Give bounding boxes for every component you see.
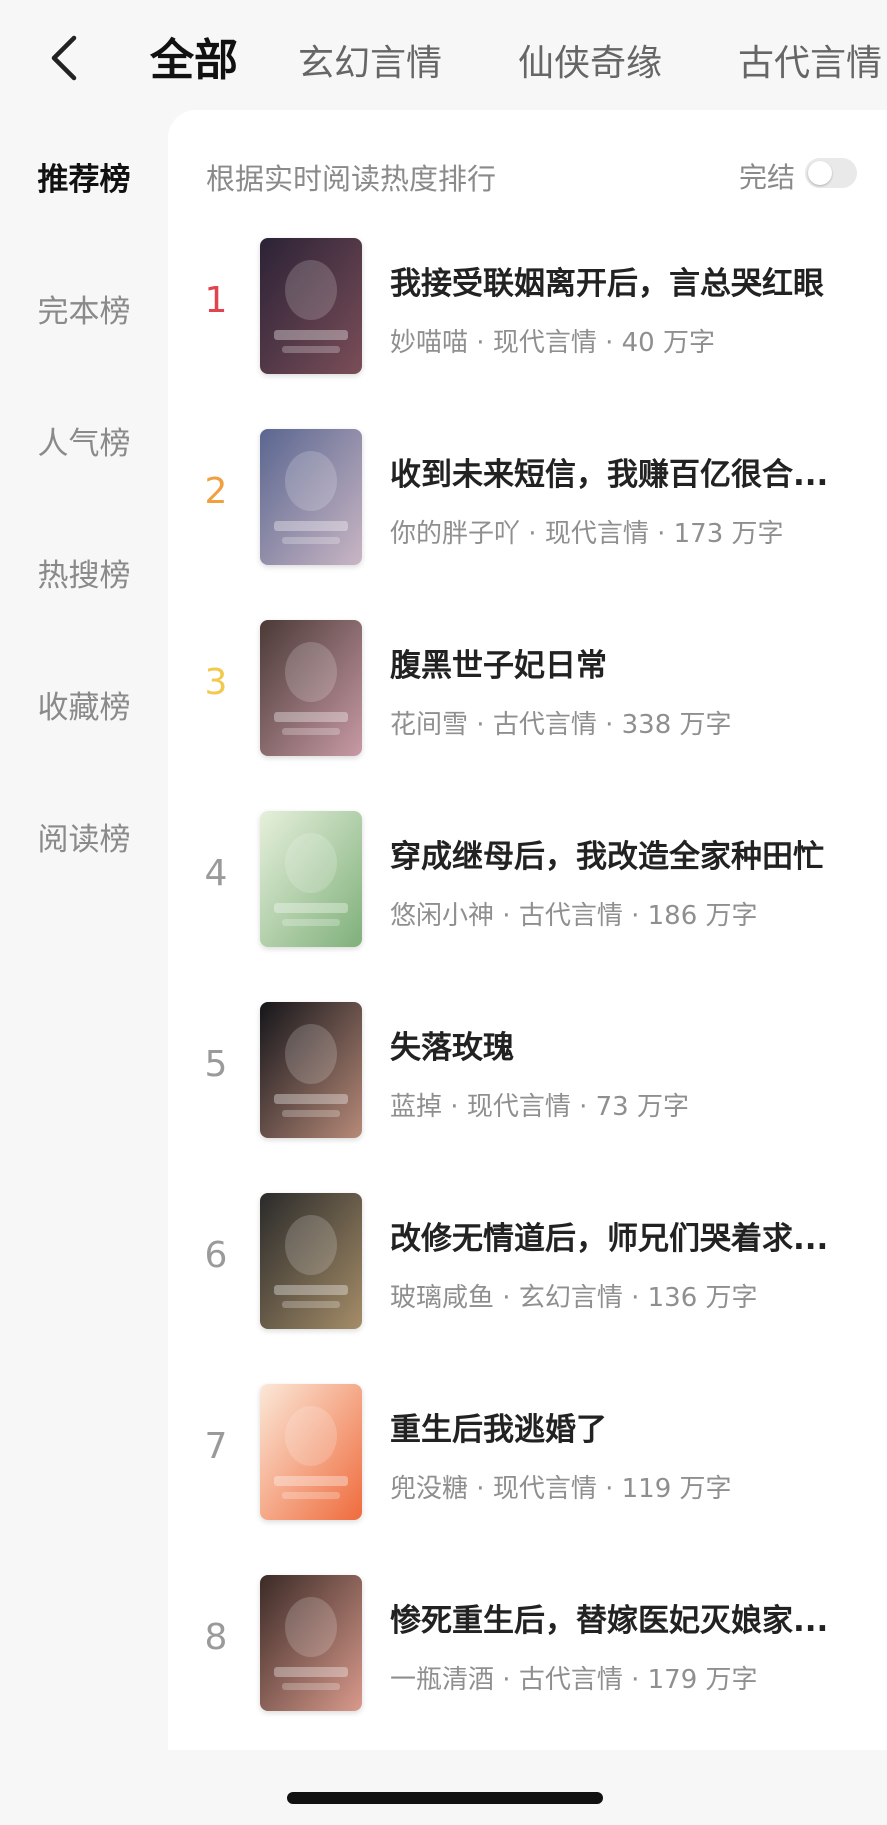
book-meta: 妙喵喵 · 现代言情 · 40 万字 [390,328,715,358]
finished-toggle[interactable] [805,158,857,188]
book-cover [260,811,362,947]
book-meta: 玻璃咸鱼 · 玄幻言情 · 136 万字 [390,1283,758,1313]
book-word-count: 73 万字 [595,1092,689,1122]
cover-art [260,429,362,565]
book-genre: 现代言情 [492,1474,597,1504]
book-genre: 现代言情 [492,328,597,358]
book-meta: 花间雪 · 古代言情 · 338 万字 [390,710,732,740]
book-genre: 现代言情 [466,1092,571,1122]
cover-art [260,811,362,947]
book-row[interactable]: 8 惨死重生后，替嫁医妃灭娘家... 一瓶清酒 · 古代言情 · 179 万字 [168,1573,887,1713]
ranking-description: 根据实时阅读热度排行 [206,162,497,196]
book-cover [260,1384,362,1520]
book-title: 失落玫瑰 [390,1030,514,1066]
book-word-count: 173 万字 [673,519,784,549]
cover-art [260,1002,362,1138]
book-author: 悠闲小神 [390,901,495,931]
tab-ancient-romance[interactable]: 古代言情 [738,34,882,86]
book-genre: 古代言情 [518,1665,623,1695]
tab-all[interactable]: 全部 [150,24,238,88]
book-title: 穿成继母后，我改造全家种田忙 [390,839,824,875]
book-cover [260,620,362,756]
toggle-knob [808,161,832,185]
cover-art [260,1575,362,1711]
rank-number: 6 [204,1235,228,1276]
book-cover [260,1002,362,1138]
book-row[interactable]: 6 改修无情道后，师兄们哭着求... 玻璃咸鱼 · 玄幻言情 · 136 万字 [168,1191,887,1331]
book-row[interactable]: 3 腹黑世子妃日常 花间雪 · 古代言情 · 338 万字 [168,618,887,758]
home-indicator [287,1792,603,1804]
book-meta: 你的胖子吖 · 现代言情 · 173 万字 [390,519,784,549]
book-cover [260,1193,362,1329]
rank-number: 3 [204,662,228,703]
book-row[interactable]: 4 穿成继母后，我改造全家种田忙 悠闲小神 · 古代言情 · 186 万字 [168,809,887,949]
book-word-count: 179 万字 [647,1665,758,1695]
rank-number: 8 [204,1617,228,1658]
book-word-count: 338 万字 [621,710,732,740]
book-row[interactable]: 1 我接受联姻离开后，言总哭红眼 妙喵喵 · 现代言情 · 40 万字 [168,236,887,376]
book-author: 玻璃咸鱼 [390,1283,495,1313]
book-word-count: 119 万字 [621,1474,732,1504]
book-row[interactable]: 7 重生后我逃婚了 兜没糖 · 现代言情 · 119 万字 [168,1382,887,1522]
book-title: 收到未来短信，我赚百亿很合... [390,457,829,493]
book-row[interactable]: 2 收到未来短信，我赚百亿很合... 你的胖子吖 · 现代言情 · 173 万字 [168,427,887,567]
top-bar: 全部 玄幻言情 仙侠奇缘 古代言情 [0,0,887,110]
cover-art [260,238,362,374]
book-genre: 玄幻言情 [518,1283,623,1313]
book-title: 惨死重生后，替嫁医妃灭娘家... [390,1603,829,1639]
book-meta: 蓝掉 · 现代言情 · 73 万字 [390,1092,689,1122]
finished-filter-label: 完结 [738,161,795,194]
book-genre: 古代言情 [518,901,623,931]
sidebar-item-popular[interactable]: 人气榜 [0,418,168,463]
book-word-count: 186 万字 [647,901,758,931]
rank-number: 2 [204,471,228,512]
chevron-left-icon [51,35,77,81]
book-cover [260,429,362,565]
rank-number: 1 [204,280,228,321]
book-author: 你的胖子吖 [390,519,521,549]
book-cover [260,238,362,374]
book-title: 重生后我逃婚了 [390,1412,607,1448]
book-row[interactable]: 5 失落玫瑰 蓝掉 · 现代言情 · 73 万字 [168,1000,887,1140]
rank-number: 4 [204,853,228,894]
book-word-count: 40 万字 [621,328,715,358]
cover-art [260,1384,362,1520]
book-title: 我接受联姻离开后，言总哭红眼 [390,266,824,302]
sidebar-item-hot-search[interactable]: 热搜榜 [0,550,168,595]
rank-number: 7 [204,1426,228,1467]
rank-number: 5 [204,1044,228,1085]
sidebar-item-reading[interactable]: 阅读榜 [0,814,168,859]
book-meta: 悠闲小神 · 古代言情 · 186 万字 [390,901,758,931]
book-word-count: 136 万字 [647,1283,758,1313]
book-author: 兜没糖 [390,1474,469,1504]
book-cover [260,1575,362,1711]
book-meta: 一瓶清酒 · 古代言情 · 179 万字 [390,1665,758,1695]
cover-art [260,620,362,756]
book-genre: 现代言情 [544,519,649,549]
ranking-panel: 根据实时阅读热度排行 完结 1 我接受联姻离开后，言总哭红眼 妙喵喵 · 现代言… [168,110,887,1750]
back-button[interactable] [44,30,88,86]
book-author: 妙喵喵 [390,328,469,358]
book-meta: 兜没糖 · 现代言情 · 119 万字 [390,1474,732,1504]
book-author: 花间雪 [390,710,469,740]
sidebar-item-recommended[interactable]: 推荐榜 [0,154,168,199]
tab-fantasy-romance[interactable]: 玄幻言情 [298,34,442,86]
book-author: 一瓶清酒 [390,1665,495,1695]
book-author: 蓝掉 [390,1092,443,1122]
cover-art [260,1193,362,1329]
book-genre: 古代言情 [492,710,597,740]
sidebar-item-favorites[interactable]: 收藏榜 [0,682,168,727]
book-title: 改修无情道后，师兄们哭着求... [390,1221,829,1257]
category-tabs: 全部 玄幻言情 仙侠奇缘 古代言情 [150,24,887,88]
tab-xianxia[interactable]: 仙侠奇缘 [518,34,662,86]
book-title: 腹黑世子妃日常 [390,648,607,684]
sidebar-item-completed[interactable]: 完本榜 [0,286,168,331]
